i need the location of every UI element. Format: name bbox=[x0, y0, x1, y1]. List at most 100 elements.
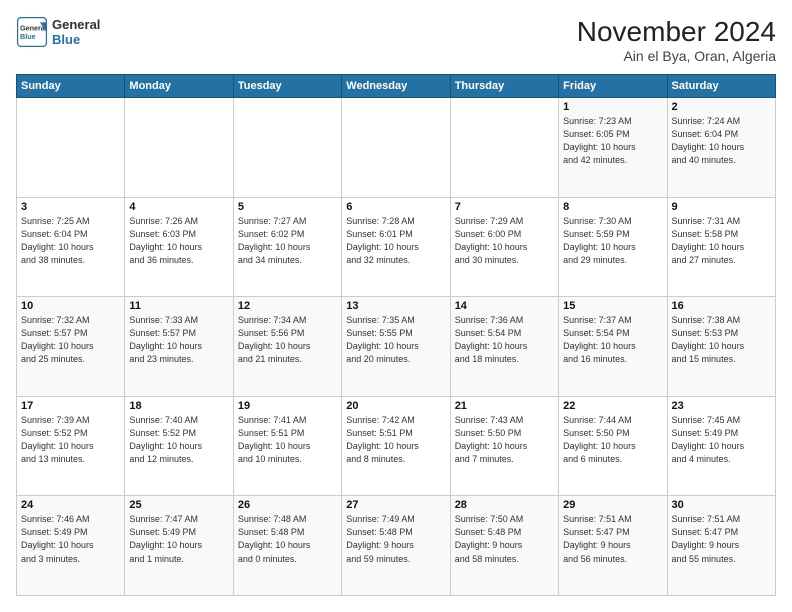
calendar-cell: 12 Sunrise: 7:34 AM Sunset: 5:56 PM Dayli… bbox=[233, 297, 341, 397]
calendar-week-row: 3 Sunrise: 7:25 AM Sunset: 6:04 PM Daylig… bbox=[17, 197, 776, 297]
calendar-header-saturday: Saturday bbox=[667, 75, 775, 98]
calendar-cell bbox=[342, 98, 450, 198]
calendar-header-friday: Friday bbox=[559, 75, 667, 98]
cell-info-text: Sunrise: 7:51 AM Sunset: 5:47 PM Dayligh… bbox=[672, 513, 771, 565]
calendar-cell: 22Sunrise: 7:44 AM Sunset: 5:50 PM Dayli… bbox=[559, 396, 667, 496]
cell-info-text: Sunrise: 7:48 AM Sunset: 5:48 PM Dayligh… bbox=[238, 513, 337, 565]
cell-day-number: 3 bbox=[21, 201, 120, 213]
calendar-week-row: 10 Sunrise: 7:32 AM Sunset: 5:57 PM Dayli… bbox=[17, 297, 776, 397]
calendar-header-wednesday: Wednesday bbox=[342, 75, 450, 98]
calendar-cell: 30 Sunrise: 7:51 AM Sunset: 5:47 PM Dayli… bbox=[667, 496, 775, 596]
cell-day-number: 5 bbox=[238, 201, 337, 213]
cell-day-number: 11 bbox=[129, 300, 228, 312]
calendar-cell: 5 Sunrise: 7:27 AM Sunset: 6:02 PM Daylig… bbox=[233, 197, 341, 297]
calendar-cell: 4 Sunrise: 7:26 AM Sunset: 6:03 PM Daylig… bbox=[125, 197, 233, 297]
cell-info-text: Sunrise: 7:28 AM Sunset: 6:01 PM Dayligh… bbox=[346, 215, 445, 267]
cell-day-number: 27 bbox=[346, 499, 445, 511]
cell-day-number: 17 bbox=[21, 400, 120, 412]
cell-info-text: Sunrise: 7:32 AM Sunset: 5:57 PM Dayligh… bbox=[21, 314, 120, 366]
calendar-header-tuesday: Tuesday bbox=[233, 75, 341, 98]
cell-day-number: 15 bbox=[563, 300, 662, 312]
title-block: November 2024 Ain el Bya, Oran, Algeria bbox=[577, 16, 776, 64]
calendar-cell: 7Sunrise: 7:29 AM Sunset: 6:00 PM Daylig… bbox=[450, 197, 558, 297]
cell-day-number: 23 bbox=[672, 400, 771, 412]
calendar-cell: 20 Sunrise: 7:42 AM Sunset: 5:51 PM Dayli… bbox=[342, 396, 450, 496]
cell-day-number: 16 bbox=[672, 300, 771, 312]
calendar-cell: 1 Sunrise: 7:23 AM Sunset: 6:05 PM Daylig… bbox=[559, 98, 667, 198]
cell-info-text: Sunrise: 7:26 AM Sunset: 6:03 PM Dayligh… bbox=[129, 215, 228, 267]
cell-info-text: Sunrise: 7:39 AM Sunset: 5:52 PM Dayligh… bbox=[21, 414, 120, 466]
svg-text:Blue: Blue bbox=[20, 32, 36, 41]
cell-day-number: 18 bbox=[129, 400, 228, 412]
cell-info-text: Sunrise: 7:50 AM Sunset: 5:48 PM Dayligh… bbox=[455, 513, 554, 565]
calendar-cell bbox=[17, 98, 125, 198]
cell-info-text: Sunrise: 7:38 AM Sunset: 5:53 PM Dayligh… bbox=[672, 314, 771, 366]
calendar-cell bbox=[233, 98, 341, 198]
calendar-cell: 15 Sunrise: 7:37 AM Sunset: 5:54 PM Dayli… bbox=[559, 297, 667, 397]
cell-info-text: Sunrise: 7:40 AM Sunset: 5:52 PM Dayligh… bbox=[129, 414, 228, 466]
calendar-header-sunday: Sunday bbox=[17, 75, 125, 98]
cell-info-text: Sunrise: 7:42 AM Sunset: 5:51 PM Dayligh… bbox=[346, 414, 445, 466]
cell-info-text: Sunrise: 7:25 AM Sunset: 6:04 PM Dayligh… bbox=[21, 215, 120, 267]
calendar-cell: 21 Sunrise: 7:43 AM Sunset: 5:50 PM Dayli… bbox=[450, 396, 558, 496]
logo-text-general: General bbox=[52, 17, 100, 32]
cell-info-text: Sunrise: 7:46 AM Sunset: 5:49 PM Dayligh… bbox=[21, 513, 120, 565]
cell-day-number: 22 bbox=[563, 400, 662, 412]
calendar-cell: 29Sunrise: 7:51 AM Sunset: 5:47 PM Dayli… bbox=[559, 496, 667, 596]
header: General Blue General Blue November 2024 … bbox=[16, 16, 776, 64]
calendar-cell: 10 Sunrise: 7:32 AM Sunset: 5:57 PM Dayli… bbox=[17, 297, 125, 397]
cell-day-number: 10 bbox=[21, 300, 120, 312]
cell-day-number: 2 bbox=[672, 101, 771, 113]
cell-day-number: 9 bbox=[672, 201, 771, 213]
cell-info-text: Sunrise: 7:33 AM Sunset: 5:57 PM Dayligh… bbox=[129, 314, 228, 366]
calendar-cell bbox=[125, 98, 233, 198]
cell-info-text: Sunrise: 7:36 AM Sunset: 5:54 PM Dayligh… bbox=[455, 314, 554, 366]
calendar-cell: 27 Sunrise: 7:49 AM Sunset: 5:48 PM Dayli… bbox=[342, 496, 450, 596]
calendar-cell: 28Sunrise: 7:50 AM Sunset: 5:48 PM Dayli… bbox=[450, 496, 558, 596]
cell-day-number: 8 bbox=[563, 201, 662, 213]
cell-day-number: 14 bbox=[455, 300, 554, 312]
cell-info-text: Sunrise: 7:31 AM Sunset: 5:58 PM Dayligh… bbox=[672, 215, 771, 267]
calendar-week-row: 17 Sunrise: 7:39 AM Sunset: 5:52 PM Dayli… bbox=[17, 396, 776, 496]
page-subtitle: Ain el Bya, Oran, Algeria bbox=[577, 48, 776, 64]
calendar-week-row: 24 Sunrise: 7:46 AM Sunset: 5:49 PM Dayli… bbox=[17, 496, 776, 596]
logo-text-blue: Blue bbox=[52, 32, 100, 47]
cell-info-text: Sunrise: 7:34 AM Sunset: 5:56 PM Dayligh… bbox=[238, 314, 337, 366]
cell-day-number: 24 bbox=[21, 499, 120, 511]
cell-info-text: Sunrise: 7:27 AM Sunset: 6:02 PM Dayligh… bbox=[238, 215, 337, 267]
calendar-cell: 16 Sunrise: 7:38 AM Sunset: 5:53 PM Dayli… bbox=[667, 297, 775, 397]
logo: General Blue General Blue bbox=[16, 16, 100, 48]
cell-day-number: 13 bbox=[346, 300, 445, 312]
cell-info-text: Sunrise: 7:23 AM Sunset: 6:05 PM Dayligh… bbox=[563, 115, 662, 167]
calendar-cell: 6 Sunrise: 7:28 AM Sunset: 6:01 PM Daylig… bbox=[342, 197, 450, 297]
cell-day-number: 21 bbox=[455, 400, 554, 412]
cell-info-text: Sunrise: 7:35 AM Sunset: 5:55 PM Dayligh… bbox=[346, 314, 445, 366]
page: General Blue General Blue November 2024 … bbox=[0, 0, 792, 612]
cell-day-number: 20 bbox=[346, 400, 445, 412]
cell-info-text: Sunrise: 7:37 AM Sunset: 5:54 PM Dayligh… bbox=[563, 314, 662, 366]
calendar-cell: 3 Sunrise: 7:25 AM Sunset: 6:04 PM Daylig… bbox=[17, 197, 125, 297]
cell-day-number: 6 bbox=[346, 201, 445, 213]
logo-icon: General Blue bbox=[16, 16, 48, 48]
calendar-cell: 23Sunrise: 7:45 AM Sunset: 5:49 PM Dayli… bbox=[667, 396, 775, 496]
cell-day-number: 29 bbox=[563, 499, 662, 511]
cell-day-number: 1 bbox=[563, 101, 662, 113]
cell-info-text: Sunrise: 7:43 AM Sunset: 5:50 PM Dayligh… bbox=[455, 414, 554, 466]
cell-day-number: 30 bbox=[672, 499, 771, 511]
calendar-cell: 19 Sunrise: 7:41 AM Sunset: 5:51 PM Dayli… bbox=[233, 396, 341, 496]
calendar-cell: 14 Sunrise: 7:36 AM Sunset: 5:54 PM Dayli… bbox=[450, 297, 558, 397]
calendar-cell: 18 Sunrise: 7:40 AM Sunset: 5:52 PM Dayli… bbox=[125, 396, 233, 496]
cell-day-number: 26 bbox=[238, 499, 337, 511]
cell-info-text: Sunrise: 7:41 AM Sunset: 5:51 PM Dayligh… bbox=[238, 414, 337, 466]
calendar-cell: 25Sunrise: 7:47 AM Sunset: 5:49 PM Dayli… bbox=[125, 496, 233, 596]
cell-info-text: Sunrise: 7:49 AM Sunset: 5:48 PM Dayligh… bbox=[346, 513, 445, 565]
calendar-cell: 9 Sunrise: 7:31 AM Sunset: 5:58 PM Daylig… bbox=[667, 197, 775, 297]
page-title: November 2024 bbox=[577, 16, 776, 48]
cell-day-number: 12 bbox=[238, 300, 337, 312]
cell-day-number: 4 bbox=[129, 201, 228, 213]
calendar-cell: 17 Sunrise: 7:39 AM Sunset: 5:52 PM Dayli… bbox=[17, 396, 125, 496]
cell-day-number: 19 bbox=[238, 400, 337, 412]
calendar-cell bbox=[450, 98, 558, 198]
calendar-week-row: 1 Sunrise: 7:23 AM Sunset: 6:05 PM Daylig… bbox=[17, 98, 776, 198]
cell-info-text: Sunrise: 7:30 AM Sunset: 5:59 PM Dayligh… bbox=[563, 215, 662, 267]
